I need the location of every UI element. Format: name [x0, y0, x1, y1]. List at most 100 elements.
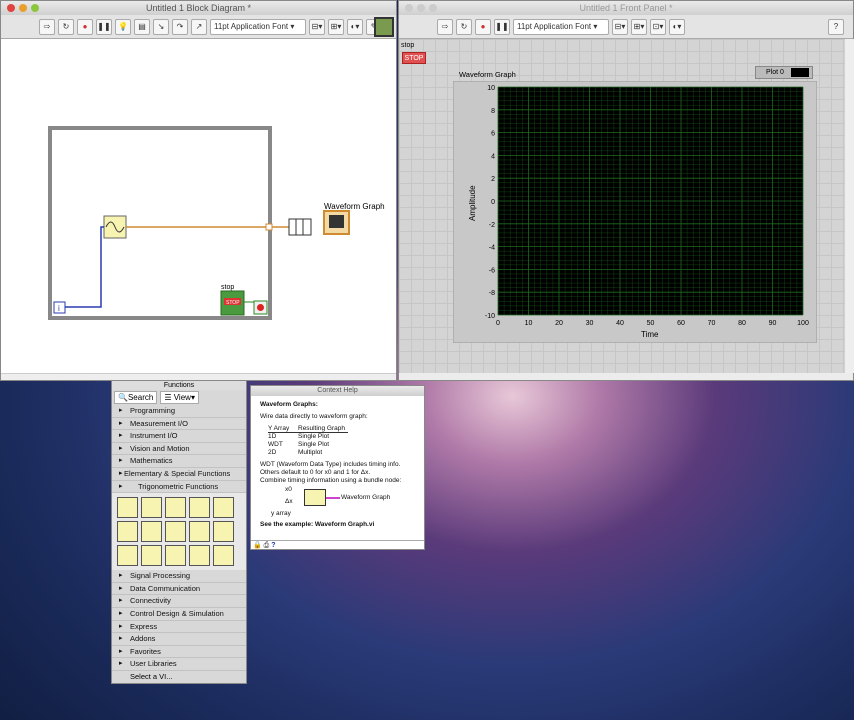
run-continuous-icon[interactable]: ↻ — [58, 18, 74, 35]
x-tick-label: 30 — [586, 320, 594, 327]
subcategory-elementary[interactable]: Elementary & Special Functions — [112, 468, 246, 481]
palette-title: Functions — [112, 381, 246, 390]
stop-button[interactable]: STOP — [402, 52, 426, 64]
run-continuous-icon[interactable]: ↻ — [456, 18, 472, 35]
select-vi[interactable]: Select a VI... — [112, 671, 246, 683]
trig-function-icon[interactable] — [189, 545, 210, 567]
step-out-icon[interactable]: ↗ — [191, 18, 207, 35]
trig-function-icon[interactable] — [141, 545, 162, 567]
palette-category[interactable]: Measurement I/O — [112, 418, 246, 431]
palette-category[interactable]: Express — [112, 621, 246, 634]
trig-function-icon[interactable] — [117, 545, 138, 567]
zoom-button[interactable] — [429, 4, 437, 12]
help-line: Others default to 0 for x0 and 1 for Δx. — [260, 469, 371, 476]
example-link[interactable]: See the example: Waveform Graph.vi — [260, 521, 424, 529]
plot-line-icon — [791, 68, 809, 77]
trig-function-icon[interactable] — [165, 545, 186, 567]
trig-function-icon[interactable] — [117, 521, 138, 543]
palette-category[interactable]: Programming — [112, 405, 246, 418]
close-button[interactable] — [405, 4, 413, 12]
highlight-execution-icon[interactable]: 💡 — [115, 18, 131, 35]
abort-icon[interactable]: ● — [77, 18, 93, 35]
search-button[interactable]: 🔍Search — [114, 391, 158, 404]
trig-function-icon[interactable] — [117, 497, 138, 519]
trig-function-icon[interactable] — [189, 521, 210, 543]
block-diagram-window: Untitled 1 Block Diagram * ⇨ ↻ ● ❚❚ 💡 ▤ … — [0, 0, 397, 381]
view-button[interactable]: ☰ View▾ — [160, 391, 199, 404]
trig-function-icon[interactable] — [141, 497, 162, 519]
trig-function-icon[interactable] — [213, 545, 234, 567]
reorder-icon[interactable]: ◐▾ — [347, 18, 363, 35]
table-cell: Single Plot — [298, 433, 330, 440]
palette-category[interactable]: Control Design & Simulation — [112, 608, 246, 621]
x0-label: x0 — [285, 486, 292, 493]
plot-legend[interactable]: Plot 0 — [755, 66, 813, 79]
palette-category[interactable]: Data Communication — [112, 583, 246, 596]
palette-category[interactable]: User Libraries — [112, 658, 246, 671]
pause-icon[interactable]: ❚❚ — [494, 18, 510, 35]
font-select[interactable]: 11pt Application Font ▾ — [210, 18, 306, 35]
abort-icon[interactable]: ● — [475, 18, 491, 35]
y-tick-label: -8 — [489, 290, 495, 297]
minimize-button[interactable] — [19, 4, 27, 12]
palette-category[interactable]: Addons — [112, 633, 246, 646]
vertical-scrollbar[interactable] — [846, 39, 854, 373]
run-arrow-icon[interactable]: ⇨ — [39, 18, 55, 35]
reorder-icon[interactable]: ◐▾ — [669, 18, 685, 35]
trig-function-icon[interactable] — [189, 497, 210, 519]
subcategory-trigonometric[interactable]: Trigonometric Functions — [112, 481, 246, 494]
zoom-button[interactable] — [31, 4, 39, 12]
trig-function-icon[interactable] — [141, 521, 162, 543]
trig-function-icon[interactable] — [165, 497, 186, 519]
table-cell: 1D — [268, 433, 277, 440]
title-bar: Untitled 1 Block Diagram * — [1, 1, 396, 15]
svg-text:STOP: STOP — [226, 300, 240, 306]
palette-category[interactable]: Signal Processing — [112, 570, 246, 583]
front-panel-window: Untitled 1 Front Panel * ⇨ ↻ ● ❚❚ 11pt A… — [398, 0, 854, 381]
x-tick-label: 80 — [738, 320, 746, 327]
dx-label: Δx — [285, 498, 293, 505]
x-tick-label: 0 — [496, 320, 500, 327]
panel-canvas: stop STOP Waveform Graph Plot 0 10 8 6 4 2 0-… — [399, 39, 854, 373]
align-icon[interactable]: ⊟▾ — [309, 18, 325, 35]
align-icon[interactable]: ⊟▾ — [612, 18, 628, 35]
step-into-icon[interactable]: ↘ — [153, 18, 169, 35]
help-intro: Wire data directly to waveform graph: — [260, 413, 368, 420]
distribute-icon[interactable]: ⊞▾ — [631, 18, 647, 35]
help-footer: 🔒 ⎙ ? — [251, 540, 424, 549]
close-button[interactable] — [7, 4, 15, 12]
palette-category[interactable]: Vision and Motion — [112, 443, 246, 456]
palette-category[interactable]: Instrument I/O — [112, 430, 246, 443]
functions-palette: Functions 🔍Search ☰ View▾ ProgrammingMea… — [111, 380, 247, 684]
trig-function-icon[interactable] — [213, 521, 234, 543]
distribute-icon[interactable]: ⊞▾ — [328, 18, 344, 35]
retain-wire-icon[interactable]: ▤ — [134, 18, 150, 35]
vi-icon[interactable] — [374, 17, 394, 37]
horizontal-scrollbar[interactable] — [1, 373, 396, 380]
x-tick-label: 60 — [677, 320, 685, 327]
svg-text:i: i — [58, 304, 60, 313]
y-tick-label: -2 — [489, 222, 495, 229]
y-tick-label: 8 — [491, 108, 495, 115]
step-over-icon[interactable]: ↷ — [172, 18, 188, 35]
bundle-icon — [304, 489, 326, 506]
graph-title: Waveform Graph — [459, 70, 516, 79]
palette-category[interactable]: Mathematics — [112, 455, 246, 468]
bundle-diagram: x0 Δx y array Waveform Graph — [251, 485, 424, 521]
x-tick-label: 10 — [525, 320, 533, 327]
minimize-button[interactable] — [417, 4, 425, 12]
waveform-graph[interactable]: 1086420-2-4-6-8-100 10 20 30 40 50 60 70 80 90 100… — [453, 81, 817, 343]
iteration-wire — [65, 226, 104, 308]
font-select[interactable]: 11pt Application Font ▾ — [513, 18, 609, 35]
trig-function-icon[interactable] — [213, 497, 234, 519]
pause-icon[interactable]: ❚❚ — [96, 18, 112, 35]
toolbar: ⇨ ↻ ● ❚❚ 💡 ▤ ↘ ↷ ↗ 11pt Application Font… — [1, 15, 396, 39]
help-icon[interactable]: ? — [828, 18, 844, 35]
palette-category[interactable]: Favorites — [112, 646, 246, 659]
resize-icon[interactable]: ⊡▾ — [650, 18, 666, 35]
col-header: Resulting Graph — [298, 425, 345, 432]
trig-function-icon[interactable] — [165, 521, 186, 543]
palette-category[interactable]: Connectivity — [112, 595, 246, 608]
run-arrow-icon[interactable]: ⇨ — [437, 18, 453, 35]
window-title: Untitled 1 Block Diagram * — [145, 3, 252, 13]
